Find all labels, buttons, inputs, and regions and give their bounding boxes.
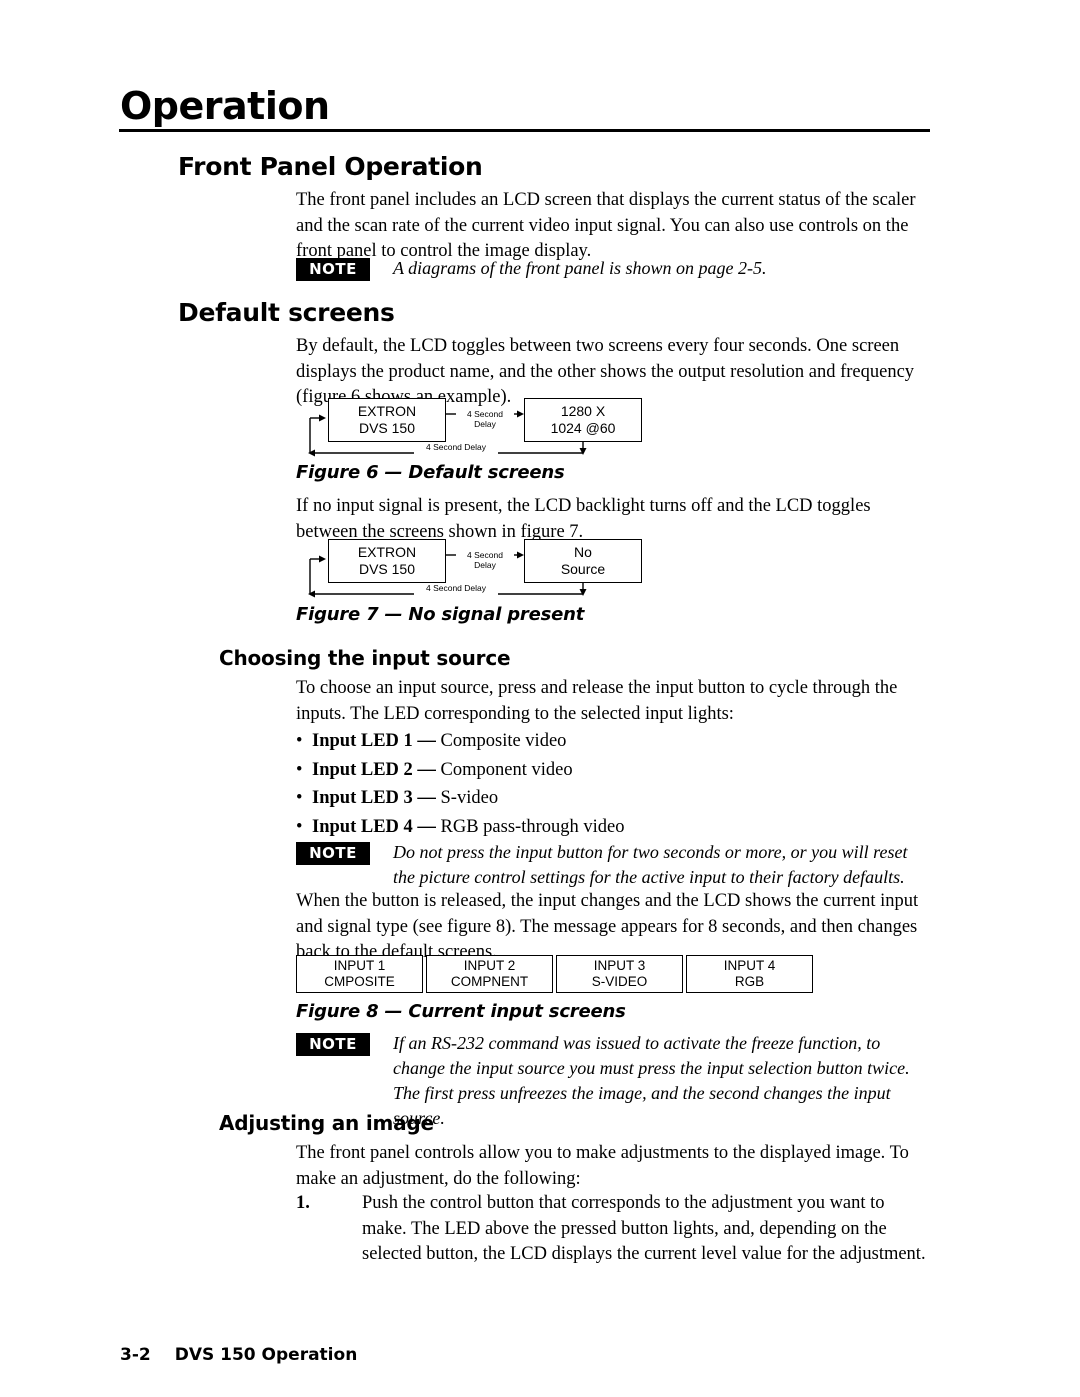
bullet-dot-icon: • [296,788,303,808]
lcd-screen-input-3: INPUT 3 S-VIDEO [556,955,683,993]
lcd-line-2: CMPOSITE [324,974,395,989]
delay-label-top: 4 Second Delay [456,409,514,429]
lcd-screen-no-source: No Source [524,539,642,583]
document-page: Operation Front Panel Operation The fron… [0,0,1080,1397]
input-led-bullet-list: • Input LED 1 — Composite video • Input LE… [296,727,932,841]
bullet-dash: — [412,759,441,780]
list-item: • Input LED 4 — RGB pass-through video [296,813,932,842]
bullet-label: Input LED 1 [312,731,413,751]
footer-page-number: 3-2 [120,1345,151,1365]
bullet-label: Input LED 2 [312,759,413,780]
note-badge: NOTE [296,842,370,865]
heading-front-panel-operation: Front Panel Operation [178,152,483,181]
figure-6-caption: Figure 6 — Default screens [296,462,565,483]
paragraph-front-panel: The front panel includes an LCD screen t… [296,190,916,261]
adjusting-steps-list: 1. Push the control button that correspo… [296,1191,932,1268]
bullet-text: Composite video [440,731,567,751]
figure-7-caption: Figure 7 — No signal present [296,604,585,625]
step-text: Push the control button that corresponds… [362,1193,926,1264]
list-item: • Input LED 1 — Composite video [296,727,932,756]
paragraph-no-signal: If no input signal is present, the LCD b… [296,496,871,542]
lcd-line-1: INPUT 4 [723,958,776,973]
heading-adjusting-an-image: Adjusting an image [219,1111,434,1135]
heading-default-screens: Default screens [178,298,395,327]
paragraph-choosing-input: To choose an input source, press and rel… [296,678,898,724]
lcd-line-1: INPUT 1 [333,958,386,973]
lcd-line-2: RGB [734,974,765,989]
note-text: Do not press the input button for two se… [393,842,908,887]
lcd-screen-input-4: INPUT 4 RGB [686,955,813,993]
chapter-title-rule [119,129,930,132]
paragraph-adjusting-image: The front panel controls allow you to ma… [296,1143,909,1189]
lcd-line-2: 1024 @60 [550,420,616,436]
bullet-label: Input LED 3 [312,788,413,808]
lcd-screen-resolution: 1280 X 1024 @60 [524,398,642,442]
lcd-screen-input-1: INPUT 1 CMPOSITE [296,955,423,993]
heading-choosing-input-source: Choosing the input source [219,646,511,670]
bullet-dash: — [412,816,441,837]
bullet-dash: — [412,731,441,751]
chapter-title: Operation [120,84,330,128]
note-text: If an RS-232 command was issued to activ… [393,1033,910,1128]
note-badge: NOTE [296,1033,370,1056]
list-item: 1. Push the control button that correspo… [296,1191,932,1268]
bullet-text: RGB pass-through video [440,816,625,837]
figure-6-diagram: EXTRON DVS 150 1280 X 1024 @60 4 Second … [296,398,696,460]
note-badge: NOTE [296,258,370,281]
lcd-line-2: S-VIDEO [591,974,648,989]
lcd-screen-product-name: EXTRON DVS 150 [328,398,446,442]
lcd-line-2: DVS 150 [358,420,416,436]
lcd-line-1: 1280 X [560,403,606,419]
figure-7-diagram: EXTRON DVS 150 No Source 4 Second Delay … [296,539,696,601]
bullet-dot-icon: • [296,759,303,780]
lcd-screen-product-name: EXTRON DVS 150 [328,539,446,583]
bullet-dash: — [412,788,441,808]
delay-label-bottom: 4 Second Delay [416,583,496,593]
delay-label-top: 4 Second Delay [456,550,514,570]
note-text: A diagrams of the front panel is shown o… [393,258,767,278]
bullet-text: S-video [440,788,499,808]
lcd-line-2: COMPNENT [450,974,529,989]
figure-8-diagram: INPUT 1 CMPOSITE INPUT 2 COMPNENT INPUT … [296,955,936,995]
bullet-text: Component video [440,759,573,780]
step-number: 1. [296,1193,310,1213]
lcd-line-1: INPUT 3 [593,958,646,973]
lcd-line-2: Source [560,561,606,577]
lcd-line-1: No [574,544,592,560]
figure-8-caption: Figure 8 — Current input screens [296,1001,626,1022]
list-item: • Input LED 2 — Component video [296,756,932,785]
lcd-line-1: EXTRON [357,544,417,560]
footer-title: DVS 150 Operation [174,1345,358,1365]
delay-label-bottom: 4 Second Delay [416,442,496,452]
page-footer: 3-2 DVS 150 Operation [120,1345,357,1365]
bullet-label: Input LED 4 [312,816,413,837]
bullet-dot-icon: • [296,731,303,751]
lcd-screen-input-2: INPUT 2 COMPNENT [426,955,553,993]
lcd-line-1: INPUT 2 [463,958,516,973]
list-item: • Input LED 3 — S-video [296,784,932,813]
bullet-dot-icon: • [296,816,303,837]
lcd-line-1: EXTRON [357,403,417,419]
lcd-line-2: DVS 150 [358,561,416,577]
